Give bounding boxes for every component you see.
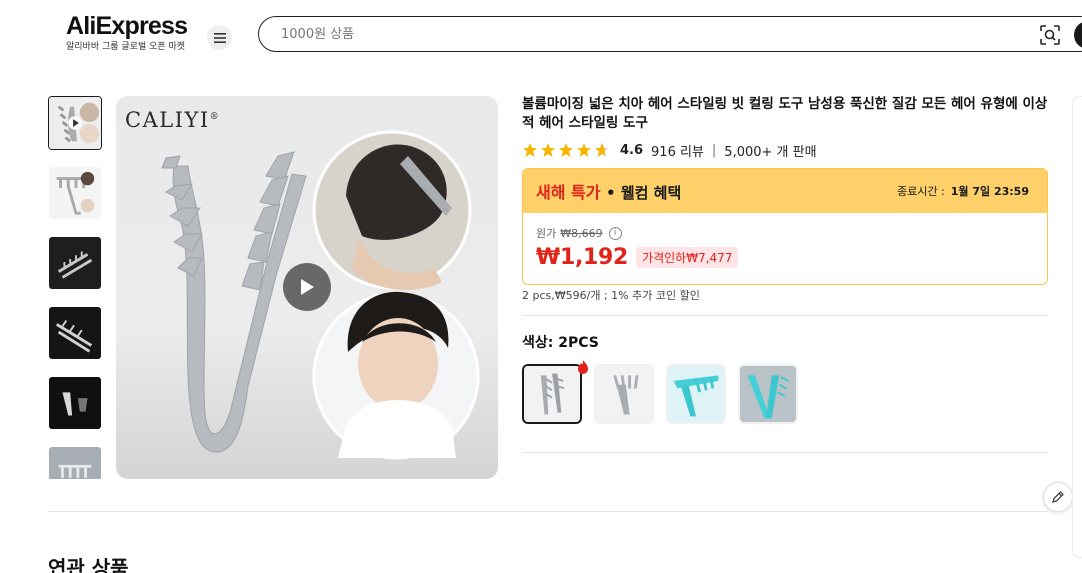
original-price: ₩8,669: [560, 226, 603, 240]
original-price-row: 원가 ₩8,669 i: [536, 225, 1034, 241]
side-panel: [1072, 96, 1082, 558]
rating-value: 4.6: [620, 142, 644, 158]
rating-row: 4.6 916 리뷰 | 5,000+ 개 판매: [522, 141, 817, 160]
promo-header: 새해 특가 • 웰컴 혜택 종료시간 : 1월 7일 23:59: [523, 169, 1047, 213]
info-icon[interactable]: i: [608, 226, 622, 240]
color-option-gray-single[interactable]: [594, 364, 654, 424]
sold-count: 5,000+ 개 판매: [724, 144, 817, 160]
promo-end-time: 종료시간 : 1월 7일 23:59: [897, 183, 1029, 199]
color-option-cyan-pair[interactable]: [738, 364, 798, 424]
main-product-image[interactable]: CALIYI®: [116, 96, 498, 479]
play-icon: [301, 279, 314, 295]
thumbnail-3[interactable]: [48, 236, 102, 290]
menu-button[interactable]: [207, 25, 232, 50]
thumbnail-4[interactable]: [48, 306, 102, 360]
search-button[interactable]: [1074, 21, 1082, 49]
play-video-button[interactable]: [283, 263, 331, 311]
bulk-discount-text: 2 pcs,₩596/개 ; 1% 추가 코인 할인: [522, 289, 700, 302]
search-input[interactable]: [281, 25, 981, 43]
color-label: 색상: 2PCS: [522, 335, 599, 351]
hot-flame-icon: [578, 360, 588, 374]
thumbnail-5[interactable]: [48, 376, 102, 430]
product-title: 볼륨마이징 넓은 치아 헤어 스타일링 빗 컬링 도구 남성용 푹신한 질감 모…: [522, 96, 1048, 131]
welcome-benefit: • 웰컴 혜택: [606, 184, 682, 202]
discount-badge: 가격인하₩7,477: [636, 247, 739, 268]
brand-text: CALIYI: [125, 108, 210, 132]
price-row: ₩1,192 가격인하₩7,477: [536, 245, 1034, 270]
original-label: 원가: [536, 227, 557, 240]
promo-box: 새해 특가 • 웰컴 혜택 종료시간 : 1월 7일 23:59 원가 ₩8,66…: [522, 168, 1048, 285]
color-option-cyan-single[interactable]: [666, 364, 726, 424]
color-options: [522, 364, 798, 424]
star-icon: [559, 143, 573, 157]
thumbnail-6[interactable]: [48, 446, 102, 479]
review-count-link[interactable]: 916 리뷰: [651, 141, 704, 160]
end-label: 종료시간 :: [897, 185, 945, 198]
related-products-heading: 연관 상품: [48, 556, 129, 573]
thumbnail-list: [48, 96, 102, 479]
promo-title: 새해 특가 • 웰컴 혜택: [536, 179, 681, 203]
divider: [48, 511, 1048, 512]
star-icon: [523, 143, 537, 157]
star-icon: [541, 143, 555, 157]
hamburger-icon: [213, 32, 226, 43]
promo-title-text: 새해 특가: [536, 183, 601, 202]
price-section: 원가 ₩8,669 i ₩1,192 가격인하₩7,477: [523, 213, 1047, 282]
search-bar: [258, 16, 1082, 52]
color-option-2pcs-gray[interactable]: [522, 364, 582, 424]
logo-text: AliExpress: [66, 12, 188, 40]
divider: [522, 315, 1048, 316]
star-icon: [577, 143, 591, 157]
brand-logo: CALIYI®: [125, 108, 221, 132]
separator: |: [711, 142, 717, 158]
current-price: ₩1,192: [536, 245, 629, 270]
pencil-icon: [1052, 491, 1064, 503]
image-search-icon[interactable]: [1039, 24, 1061, 46]
logo-subtitle: 알리바바 그룹 글로벌 오픈 마켓: [66, 42, 186, 52]
thumbnail-2[interactable]: [48, 166, 102, 220]
half-star-icon: [595, 143, 609, 157]
aliexpress-logo[interactable]: AliExpress 알리바바 그룹 글로벌 오픈 마켓: [66, 12, 196, 56]
divider: [522, 452, 1048, 453]
thumbnail-1[interactable]: [48, 96, 102, 150]
edit-button[interactable]: [1043, 482, 1073, 512]
end-time: 1월 7일 23:59: [950, 185, 1029, 198]
star-rating: [522, 142, 610, 158]
